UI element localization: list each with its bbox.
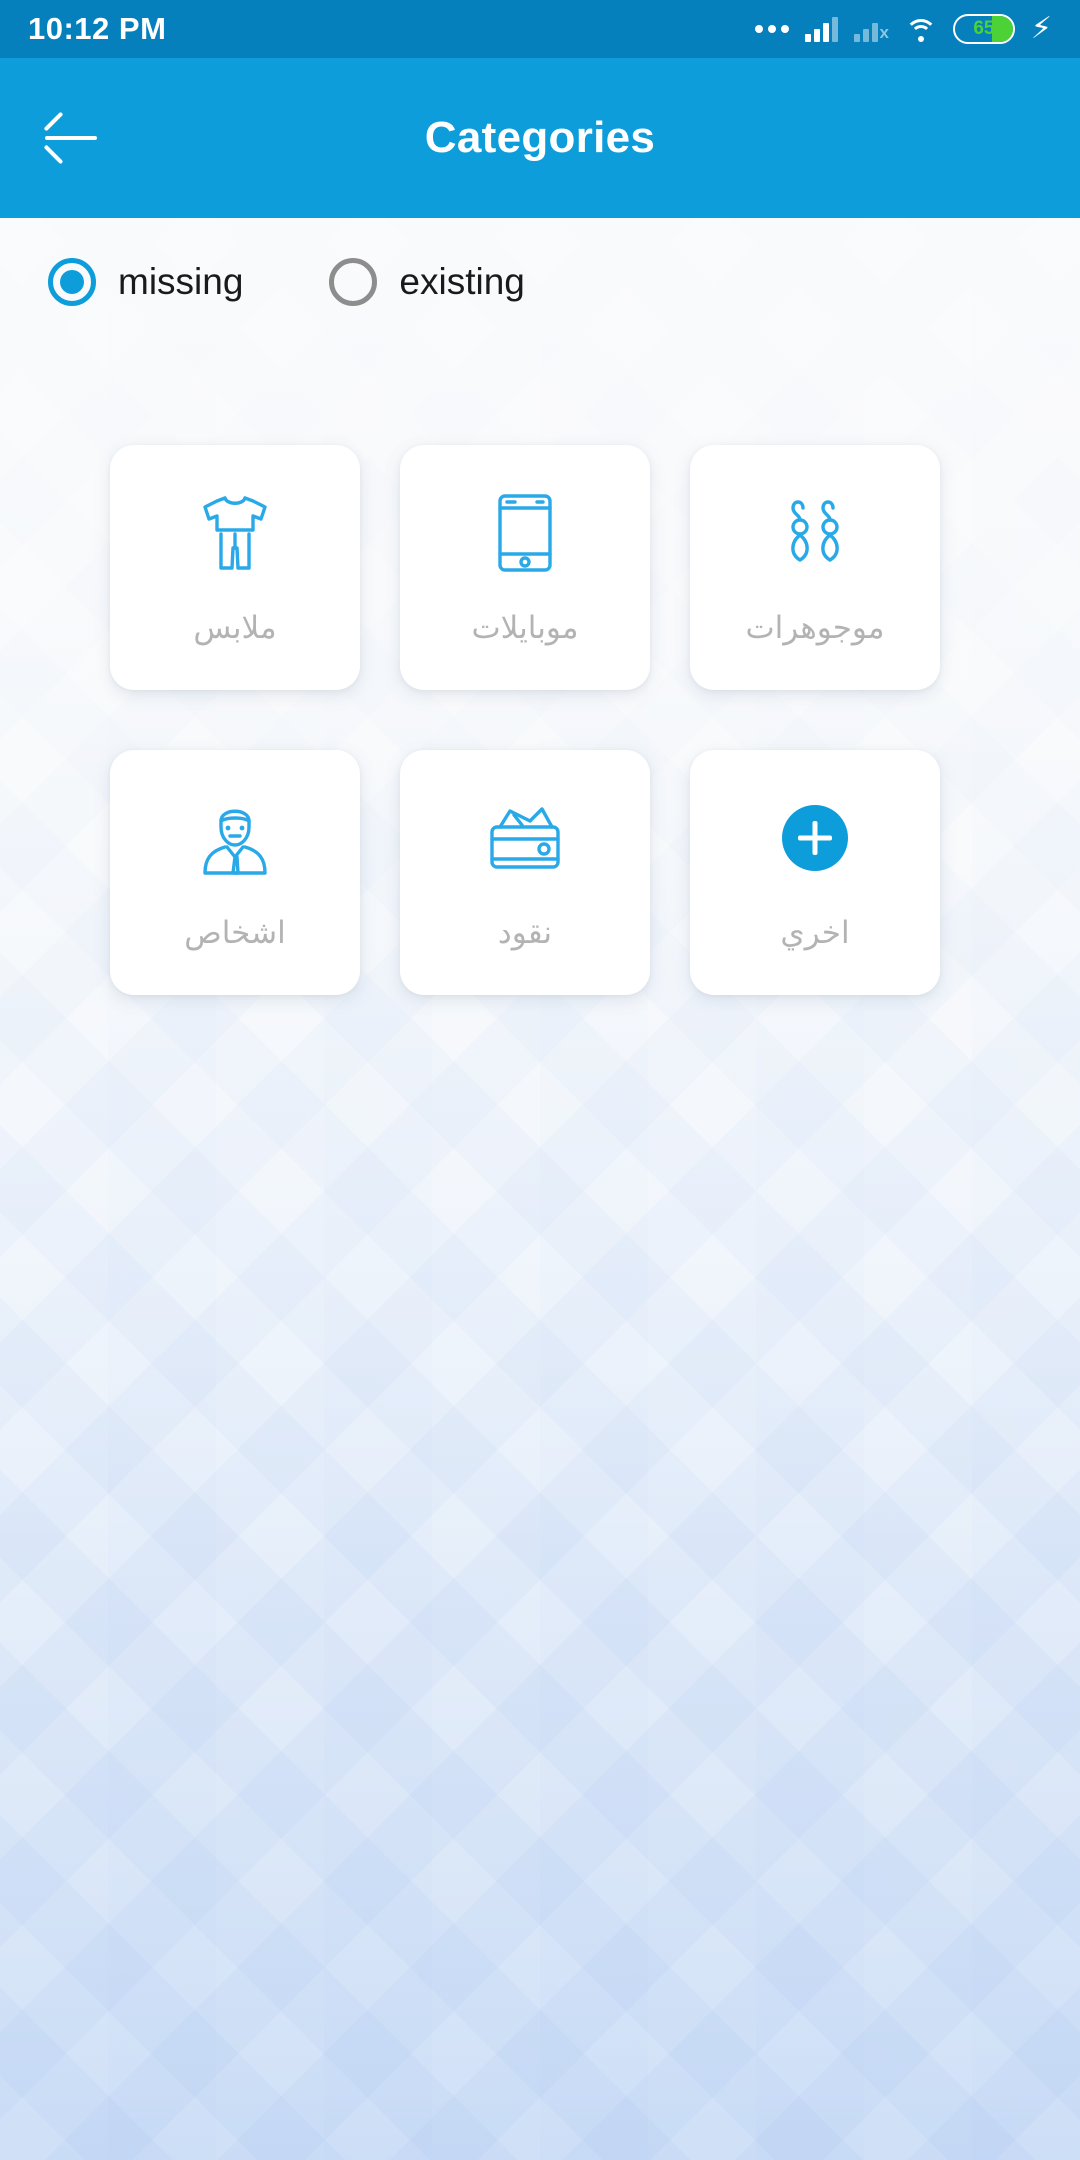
status-bar-clock: 10:12 PM [28,11,167,46]
dots-icon [755,25,790,33]
category-grid: ملابس موبايلات موجوهرات اشخاص نقود اخري [110,445,980,995]
radio-button-existing[interactable] [329,258,378,306]
no-service-x-mark: x [879,23,889,42]
clothes-icon [199,490,271,576]
background-fade-overlay [0,0,1080,2160]
battery-icon: 65 [952,14,1015,44]
radio-label-existing: existing [399,261,525,302]
page-title: Categories [424,113,656,162]
category-card-mobiles[interactable]: موبايلات [400,445,650,690]
plus-circle-icon [782,795,848,881]
category-label: ملابس [193,609,277,645]
phone-screen: 10:12 PM x 65 ⚡ Categories missing exist… [0,0,1080,2160]
category-card-persons[interactable]: اشخاص [110,750,360,995]
radio-option-missing[interactable]: missing [48,258,243,306]
signal-no-service-icon: x [854,16,889,42]
battery-level-label: 65 [973,18,995,39]
radio-button-missing[interactable] [48,258,96,306]
radio-option-existing[interactable]: existing [329,258,525,306]
category-label: اشخاص [184,914,286,950]
status-bar: 10:12 PM x 65 ⚡ [0,0,1080,58]
wifi-icon [904,16,937,42]
category-label: موجوهرات [745,609,885,645]
category-card-other[interactable]: اخري [690,750,940,995]
jewelry-earrings-icon [781,490,849,576]
category-label: موبايلات [471,609,579,645]
category-label: اخري [780,914,850,950]
category-label: نقود [497,914,553,950]
wallet-money-icon [484,795,566,881]
category-card-jewelry[interactable]: موجوهرات [690,445,940,690]
charging-bolt-icon: ⚡ [1030,12,1052,45]
radio-label-missing: missing [118,261,244,302]
smartphone-icon [495,490,555,576]
category-card-money[interactable]: نقود [400,750,650,995]
category-card-clothes[interactable]: ملابس [110,445,360,690]
app-bar: Categories [0,58,1080,218]
status-filter-group: missing existing [0,258,1080,306]
person-icon [197,795,273,881]
signal-bars-icon [805,16,839,42]
status-bar-icons: x 65 ⚡ [755,14,1052,44]
